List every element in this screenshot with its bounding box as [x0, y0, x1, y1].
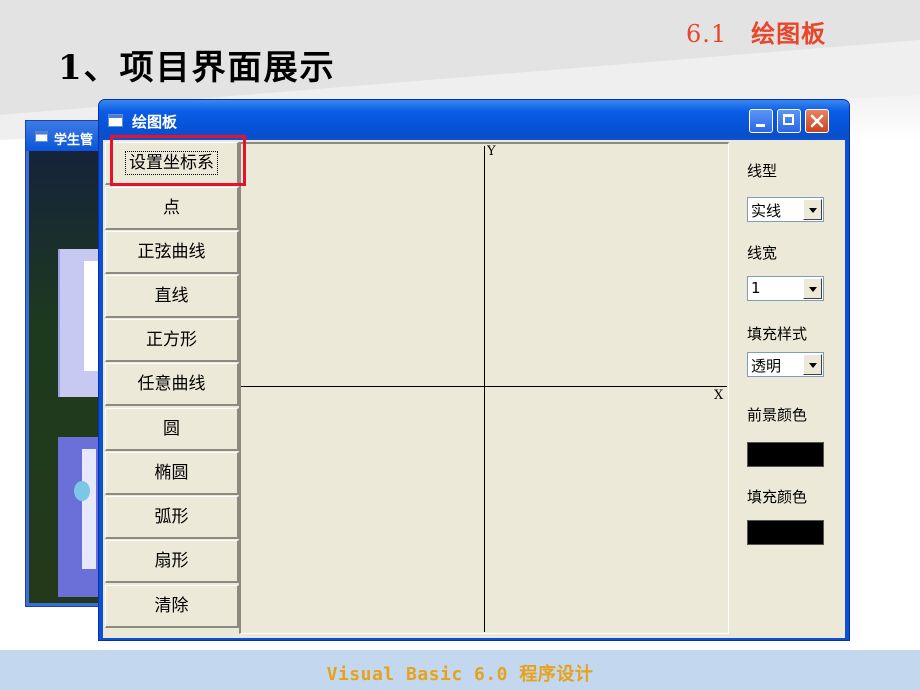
button-label: 弧形 [154, 507, 189, 527]
dropdown-arrow-icon[interactable] [803, 354, 822, 375]
window-app-icon [108, 114, 123, 127]
arc-button[interactable]: 弧形 [105, 496, 239, 539]
section-number: 6.1 [686, 20, 728, 48]
ellipse-button[interactable]: 椭圆 [105, 452, 239, 495]
freehand-curve-button[interactable]: 任意曲线 [105, 363, 239, 406]
button-label: 正方形 [146, 330, 197, 350]
maximize-button[interactable] [777, 109, 801, 133]
y-axis [484, 146, 485, 632]
fill-color-label: 填充颜色 [747, 488, 808, 506]
app-icon [35, 131, 48, 142]
button-label: 正弦曲线 [137, 242, 206, 262]
section-tag: 6.1 绘图板 [686, 14, 827, 48]
window-title: 绘图板 [132, 113, 178, 131]
button-label: 点 [163, 198, 180, 218]
minimize-button[interactable] [749, 109, 773, 133]
square-button[interactable]: 正方形 [105, 319, 239, 362]
line-width-select[interactable]: 1 [747, 276, 824, 301]
slide-title: 1、项目界面展示 [58, 48, 336, 88]
button-label: 圆 [163, 419, 180, 439]
maximize-icon [783, 114, 794, 125]
fill-color-swatch[interactable] [747, 520, 824, 545]
button-label: 直线 [154, 286, 189, 306]
button-label: 任意曲线 [137, 374, 206, 394]
background-window-title: 学生管 [54, 133, 94, 148]
button-label: 扇形 [154, 551, 189, 571]
x-axis-label: X [714, 388, 724, 403]
dropdown-arrow-icon[interactable] [803, 278, 822, 299]
fore-color-label: 前景颜色 [747, 406, 808, 424]
clear-button[interactable]: 清除 [105, 585, 239, 628]
circle-button[interactable]: 圆 [105, 408, 239, 451]
line-type-label: 线型 [747, 162, 778, 180]
section-name: 绘图板 [751, 19, 827, 48]
close-button[interactable] [805, 109, 829, 133]
fill-style-label: 填充样式 [747, 325, 808, 343]
line-type-value: 实线 [751, 202, 782, 220]
fill-style-select[interactable]: 透明 [747, 352, 824, 377]
footer-text: Visual Basic 6.0 程序设计 [326, 664, 594, 685]
background-window-titlebar[interactable]: 学生管 [26, 121, 106, 151]
window-titlebar[interactable]: 绘图板 [99, 100, 849, 138]
x-axis [241, 386, 727, 387]
line-type-select[interactable]: 实线 [747, 197, 824, 222]
line-button[interactable]: 直线 [105, 275, 239, 318]
line-width-value: 1 [751, 279, 761, 297]
sector-button[interactable]: 扇形 [105, 540, 239, 583]
y-axis-label: Y [487, 144, 496, 159]
slide-footer: Visual Basic 6.0 程序设计 [0, 650, 920, 690]
properties-panel: 线型 实线 线宽 1 填充样式 透明 前景颜色 填充颜色 [735, 140, 845, 638]
button-label: 清除 [154, 596, 189, 616]
fill-style-value: 透明 [751, 357, 782, 375]
minimize-icon [756, 124, 765, 127]
button-label: 椭圆 [154, 463, 189, 483]
sine-curve-button[interactable]: 正弦曲线 [105, 231, 239, 274]
window-client-area: 设置坐标系 点 正弦曲线 直线 正方形 任意曲线 圆 椭圆 弧形 扇形 清除 Y… [103, 140, 845, 638]
drawing-canvas[interactable]: Y X [239, 142, 729, 634]
fore-color-swatch[interactable] [747, 442, 824, 467]
background-app-window[interactable]: 学生管 [25, 120, 108, 607]
dropdown-arrow-icon[interactable] [803, 199, 822, 220]
highlight-box [110, 135, 246, 186]
point-button[interactable]: 点 [105, 187, 239, 230]
close-icon [810, 114, 824, 128]
line-width-label: 线宽 [747, 244, 778, 262]
